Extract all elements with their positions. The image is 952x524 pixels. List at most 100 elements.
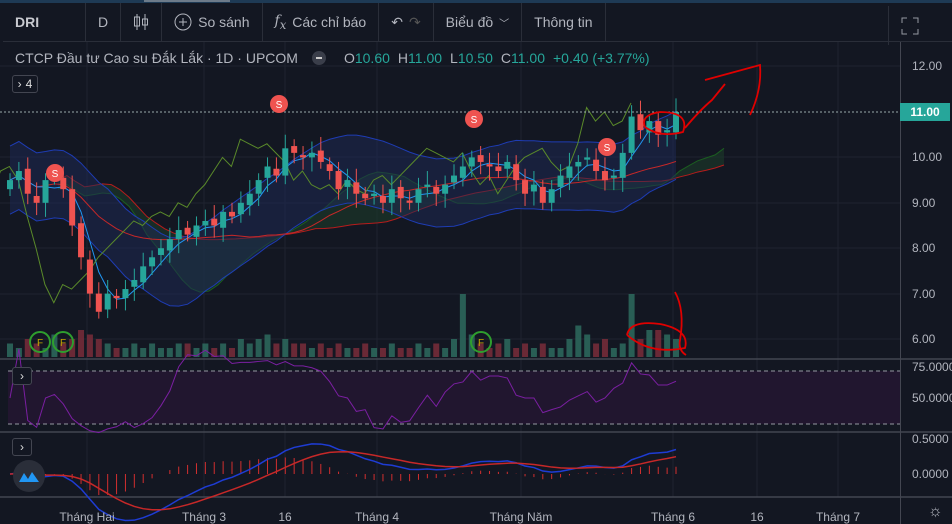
candle-body	[255, 180, 262, 194]
candle-body	[557, 175, 564, 187]
volume-bar	[637, 339, 644, 357]
rsi-pane-toggle[interactable]: ›	[12, 367, 32, 385]
price-label: 9.00	[912, 196, 936, 210]
volume-bar	[415, 343, 422, 357]
candle-body	[601, 171, 608, 181]
volume-bar	[255, 339, 262, 357]
candle-body	[362, 193, 369, 199]
buy-signal-label: F	[478, 338, 484, 349]
settings-gear-icon[interactable]: ☼	[928, 503, 943, 521]
price-change: +0.40 (+3.77%)	[553, 50, 650, 66]
sell-signal-label: S	[604, 143, 611, 154]
cloud-logo-icon	[19, 472, 39, 482]
volume-bar	[149, 343, 156, 357]
volume-bar	[131, 343, 138, 357]
candle-body	[131, 279, 138, 287]
candle-body	[371, 193, 378, 196]
volume-bar	[513, 348, 520, 357]
volume-bar	[175, 343, 182, 357]
volume-bar	[282, 339, 289, 357]
volume-bar	[557, 348, 564, 357]
candle-body	[584, 157, 591, 160]
tradingview-logo[interactable]	[13, 460, 45, 492]
volume-bar	[539, 343, 546, 357]
price-label: 7.00	[912, 287, 936, 301]
volume-bar	[326, 348, 333, 357]
volume-bar	[548, 348, 555, 357]
chevron-right-icon: ›	[20, 369, 24, 383]
volume-bar	[459, 294, 466, 357]
candle-body	[664, 130, 671, 133]
candle-body	[335, 171, 342, 190]
candle-body	[628, 116, 635, 153]
candle-body	[530, 184, 537, 192]
time-label: Tháng Năm	[489, 510, 553, 524]
volume-bar	[104, 343, 111, 357]
volume-bar	[575, 325, 582, 357]
candle-body	[442, 184, 449, 194]
candle-body	[220, 211, 227, 228]
volume-bar	[610, 348, 617, 357]
candle-body	[539, 186, 546, 203]
candle-body	[317, 150, 324, 162]
time-label: Tháng Hai	[59, 510, 115, 524]
arrow-stroke	[684, 83, 726, 129]
volume-bar	[264, 334, 271, 357]
candle-body	[619, 152, 626, 178]
time-label: Tháng 4	[354, 510, 400, 524]
volume-bar	[291, 343, 298, 357]
macd-label: 0.5000	[912, 432, 949, 446]
volume-bar	[495, 343, 502, 357]
candle-body	[610, 175, 617, 178]
candle-body	[486, 164, 493, 167]
minimize-icon[interactable]	[311, 51, 326, 65]
rsi-label: 50.0000	[912, 391, 952, 405]
volume-bar	[344, 348, 351, 357]
indicators-collapse-button[interactable]: › 4	[12, 75, 38, 93]
candle-body	[566, 166, 573, 178]
time-label: 16	[750, 510, 764, 524]
volume-bar	[237, 339, 244, 357]
volume-bar	[504, 339, 511, 357]
time-label: 16	[278, 510, 292, 524]
volume-bar	[388, 343, 395, 357]
sell-signal-label: S	[276, 100, 283, 111]
volume-bar	[95, 339, 102, 357]
candle-body	[273, 168, 280, 176]
volume-bar	[300, 343, 307, 357]
rsi-label: 75.0000	[912, 360, 952, 374]
volume-bar	[317, 343, 324, 357]
candle-body	[149, 257, 156, 267]
buy-signal-label: F	[37, 338, 43, 349]
candle-body	[495, 166, 502, 172]
candle-body	[379, 195, 386, 203]
candle-body	[78, 223, 85, 258]
candle-body	[548, 189, 555, 203]
candle-body	[86, 259, 93, 294]
candle-body	[104, 293, 111, 310]
chart-canvas[interactable]: S S S S F F F	[0, 0, 952, 524]
signal-line	[9, 451, 677, 511]
candle-body	[33, 195, 40, 203]
volume-bar	[424, 348, 431, 357]
candle-body	[193, 225, 200, 237]
buy-signal-label: F	[60, 338, 66, 349]
volume-bar	[655, 330, 662, 357]
arrow-head	[704, 63, 762, 116]
volume-bar	[406, 348, 413, 357]
volume-bar	[273, 343, 280, 357]
volume-bar	[566, 339, 573, 357]
candle-body	[291, 146, 298, 153]
volume-bar	[140, 348, 147, 357]
candle-body	[175, 230, 182, 240]
candle-body	[397, 186, 404, 199]
volume-bar	[442, 348, 449, 357]
collapsed-count: 4	[25, 77, 33, 91]
candle-body	[522, 180, 529, 194]
volume-bar	[122, 348, 129, 357]
candle-body	[122, 289, 129, 299]
macd-pane-toggle[interactable]: ›	[12, 438, 32, 456]
candle-body	[424, 184, 431, 187]
candle-body	[282, 148, 289, 176]
candle-body	[211, 218, 218, 226]
